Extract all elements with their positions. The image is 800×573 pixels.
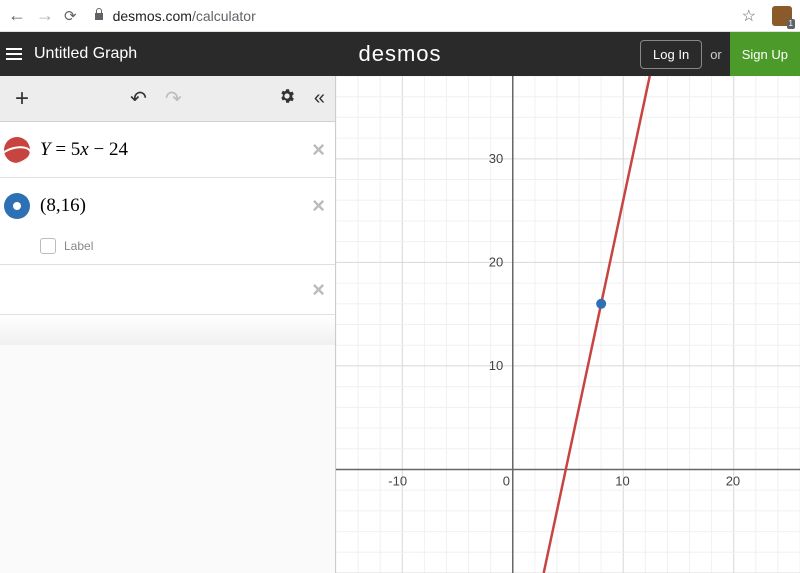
or-text: or <box>710 47 722 62</box>
graph-title[interactable]: Untitled Graph <box>34 45 137 63</box>
app-header: Untitled Graph desmos Log In or Sign Up <box>0 32 800 76</box>
expression-row[interactable]: Y = 5x − 24 × <box>0 122 335 178</box>
svg-text:0: 0 <box>503 473 510 488</box>
label-text: Label <box>64 239 93 253</box>
graph-svg: -10 0 10 20 10 20 30 <box>336 76 800 573</box>
undo-button[interactable]: ↶ <box>130 86 147 111</box>
browser-toolbar: ← → ⟳ desmos.com/calculator ☆ 1 <box>0 0 800 32</box>
expression-panel: + ↶ ↷ « Y = 5x − 24 × (8,16) × <box>0 76 336 573</box>
delete-expression-icon[interactable]: × <box>308 193 329 219</box>
settings-gear-icon[interactable] <box>278 87 296 110</box>
signup-button[interactable]: Sign Up <box>730 32 800 76</box>
label-option-row: Label <box>0 234 335 265</box>
url-text: desmos.com/calculator <box>113 8 256 24</box>
hamburger-menu-icon[interactable] <box>0 32 28 76</box>
forward-button[interactable]: → <box>36 5 54 26</box>
svg-text:10: 10 <box>615 473 629 488</box>
collapse-panel-icon[interactable]: « <box>314 87 325 110</box>
expression-row-empty[interactable]: . × <box>0 265 335 315</box>
reload-button[interactable]: ⟳ <box>64 7 77 25</box>
delete-expression-icon[interactable]: × <box>308 277 329 303</box>
label-checkbox[interactable] <box>40 238 56 254</box>
lock-icon <box>93 7 105 24</box>
svg-text:-10: -10 <box>388 473 407 488</box>
graph-canvas[interactable]: -10 0 10 20 10 20 30 <box>336 76 800 573</box>
login-button[interactable]: Log In <box>640 40 702 69</box>
delete-expression-icon[interactable]: × <box>308 137 329 163</box>
expression-text[interactable]: Y = 5x − 24 <box>40 139 308 161</box>
point-color-icon[interactable] <box>4 193 30 219</box>
svg-text:20: 20 <box>489 254 503 269</box>
svg-text:10: 10 <box>489 358 503 373</box>
address-bar[interactable]: desmos.com/calculator <box>93 7 732 24</box>
expression-text[interactable]: (8,16) <box>40 195 308 217</box>
add-expression-button[interactable]: + <box>10 85 34 113</box>
line-color-icon[interactable] <box>4 137 30 163</box>
redo-button[interactable]: ↷ <box>165 86 182 111</box>
bookmark-star-icon[interactable]: ☆ <box>742 6 756 26</box>
extension-icon[interactable]: 1 <box>772 6 792 26</box>
expression-list: Y = 5x − 24 × (8,16) × Label . × <box>0 122 335 573</box>
svg-text:20: 20 <box>726 473 740 488</box>
expression-toolbar: + ↶ ↷ « <box>0 76 335 122</box>
svg-text:30: 30 <box>489 151 503 166</box>
desmos-logo: desmos <box>358 41 441 67</box>
back-button[interactable]: ← <box>8 5 26 26</box>
expression-row[interactable]: (8,16) × <box>0 178 335 234</box>
